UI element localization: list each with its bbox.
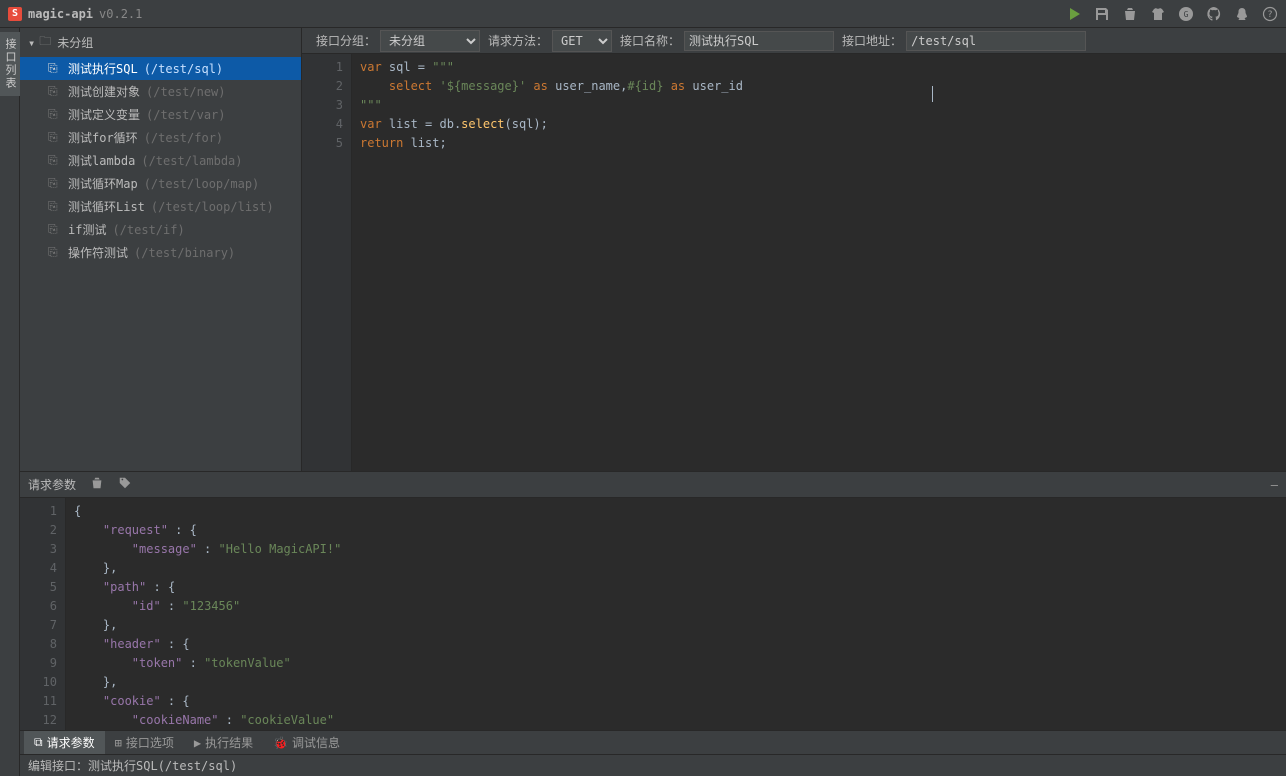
titlebar: S magic-api v0.2.1 G ? [0,0,1286,28]
app-name: magic-api [28,7,93,21]
tree-item[interactable]: ⎘ 测试for循环 (/test/for) [20,126,301,149]
tree-item-name: 测试循环Map [68,175,138,192]
app-logo: S [8,7,22,21]
params-editor[interactable]: 123456789101112 { "request" : { "message… [20,498,1286,730]
group-select[interactable]: 未分组 [380,30,480,52]
group-name: 未分组 [57,34,93,51]
text-caret [932,86,933,102]
github-icon[interactable] [1206,6,1222,22]
params-icon: ⧉ [34,735,43,750]
params-gutter: 123456789101112 [20,498,66,730]
api-name-input[interactable] [684,31,834,51]
tab-exec-result[interactable]: ▶执行结果 [184,731,263,755]
method-select[interactable]: GET [552,30,612,52]
tab-request-params[interactable]: ⧉请求参数 [24,731,105,755]
tree-item[interactable]: ⎘ 测试循环List (/test/loop/list) [20,195,301,218]
api-addr-input[interactable] [906,31,1086,51]
addr-label: 接口地址： [842,32,902,49]
name-label: 接口名称： [620,32,680,49]
params-text[interactable]: { "request" : { "message" : "Hello Magic… [66,498,1286,730]
app-version: v0.2.1 [99,7,142,21]
api-icon: ⎘ [48,107,62,122]
tag-icon[interactable] [118,476,132,493]
delete-icon[interactable] [90,476,104,493]
tree-item-path: (/test/loop/map) [144,177,260,191]
code-text[interactable]: var sql = """ select '${message}' as use… [352,54,1286,471]
api-icon: ⎘ [48,84,62,99]
tree-item-path: (/test/binary) [134,246,235,260]
api-list-vtab[interactable]: 接口列表 [0,32,20,96]
tree-item[interactable]: ⎘ if测试 (/test/if) [20,218,301,241]
status-prefix: 编辑接口： [28,757,88,774]
gitee-icon[interactable]: G [1178,6,1194,22]
tree-item[interactable]: ⎘ 测试循环Map (/test/loop/map) [20,172,301,195]
top-pane: ▾ 🗀 未分组 ⎘ 测试执行SQL (/test/sql) ⎘ 测试创建对象 (/test… [20,28,1286,471]
api-icon: ⎘ [48,222,62,237]
options-icon: ⊞ [115,736,122,750]
code-editor[interactable]: 12345 var sql = """ select '${message}' … [302,54,1286,471]
tree-item-name: 测试lambda [68,152,135,169]
folder-icon: 🗀 [39,32,51,53]
delete-icon[interactable] [1122,6,1138,22]
tree-group-header[interactable]: ▾ 🗀 未分组 [20,28,301,57]
play-icon: ▶ [194,736,201,750]
api-icon: ⎘ [48,130,62,145]
api-tree: ▾ 🗀 未分组 ⎘ 测试执行SQL (/test/sql) ⎘ 测试创建对象 (/test… [20,28,302,471]
api-icon: ⎘ [48,176,62,191]
tree-item-name: if测试 [68,221,106,238]
minimize-icon[interactable]: — [1271,478,1278,492]
group-label: 接口分组： [316,32,376,49]
tree-item-name: 测试定义变量 [68,106,140,123]
api-icon: ⎘ [48,199,62,214]
tree-item[interactable]: ⎘ 测试创建对象 (/test/new) [20,80,301,103]
save-icon[interactable] [1094,6,1110,22]
tab-debug-info[interactable]: 🐞调试信息 [263,731,350,755]
main: ▾ 🗀 未分组 ⎘测试执行SQL(/test/sql)⎘测试创建对象(/test… [20,28,1286,776]
run-icon[interactable] [1066,6,1082,22]
svg-text:?: ? [1267,10,1272,20]
method-label: 请求方法： [488,32,548,49]
tree-item-path: (/test/loop/list) [151,200,274,214]
status-bar: 编辑接口： 测试执行SQL (/test/sql) [20,754,1286,776]
bottom-tabs: ⧉请求参数 ⊞接口选项 ▶执行结果 🐞调试信息 [20,730,1286,754]
api-icon: ⎘ [48,245,62,260]
tree-item-name: 测试for循环 [68,129,138,146]
tree-item[interactable]: ⎘ 测试执行SQL (/test/sql) [20,57,301,80]
tree-item[interactable]: ⎘ 操作符测试 (/test/binary) [20,241,301,264]
tree-item-name: 测试创建对象 [68,83,140,100]
tree-item-path: (/test/for) [144,131,223,145]
tree-item-path: (/test/sql) [144,62,223,76]
status-path: (/test/sql) [158,759,237,773]
bug-icon: 🐞 [273,736,288,750]
tab-api-options[interactable]: ⊞接口选项 [105,731,184,755]
api-icon: ⎘ [48,153,62,168]
tshirt-icon[interactable] [1150,6,1166,22]
left-rail: 接口列表 [0,28,20,776]
tree-item-name: 操作符测试 [68,244,128,261]
bottom-pane: 请求参数 — 123456789101112 { "request" : { "… [20,471,1286,754]
tree-item[interactable]: ⎘ 测试lambda (/test/lambda) [20,149,301,172]
tree-item-name: 测试循环List [68,198,145,215]
tree-item-name: 测试执行SQL [68,60,138,77]
code-gutter: 12345 [302,54,352,471]
tree-item-path: (/test/var) [146,108,225,122]
tree-item-path: (/test/if) [112,223,184,237]
tree-item[interactable]: ⎘ 测试定义变量 (/test/var) [20,103,301,126]
params-title: 请求参数 [28,476,76,493]
status-name: 测试执行SQL [88,757,158,774]
body: 接口列表 ▾ 🗀 未分组 ⎘测试执行SQL(/test/sql)⎘测试创建对象(… [0,28,1286,776]
tree-item-path: (/test/new) [146,85,225,99]
api-icon: ⎘ [48,61,62,76]
editor-toolbar: 接口分组： 未分组 请求方法： GET 接口名称： 接口地址： [302,28,1286,54]
editor-area: 接口分组： 未分组 请求方法： GET 接口名称： 接口地址： 12345 va… [302,28,1286,471]
qq-icon[interactable] [1234,6,1250,22]
tree-item-path: (/test/lambda) [141,154,242,168]
svg-text:G: G [1184,10,1189,19]
chevron-down-icon: ▾ [28,36,35,50]
help-icon[interactable]: ? [1262,6,1278,22]
params-toolbar: 请求参数 — [20,472,1286,498]
